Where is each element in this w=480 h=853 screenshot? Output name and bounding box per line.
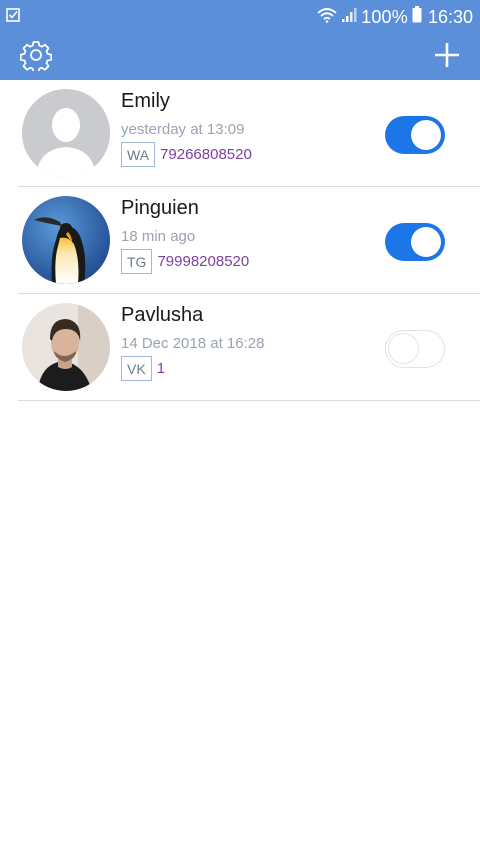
avatar bbox=[22, 303, 110, 391]
list-item[interactable]: Pinguien 18 min ago TG 79998208520 bbox=[18, 187, 480, 294]
tracking-toggle[interactable] bbox=[385, 330, 445, 368]
service-badge: WA bbox=[121, 142, 156, 167]
toggle-knob bbox=[411, 227, 441, 257]
contact-name: Emily bbox=[121, 90, 170, 112]
checkbox-notification-icon bbox=[6, 7, 20, 27]
contact-info: WA 79266808520 bbox=[121, 142, 252, 167]
toggle-knob bbox=[411, 120, 441, 150]
signal-icon bbox=[341, 7, 357, 28]
contact-info: TG 79998208520 bbox=[121, 249, 249, 274]
contact-info: VK 1 bbox=[121, 356, 165, 381]
wifi-icon bbox=[317, 7, 337, 28]
avatar bbox=[22, 89, 110, 177]
app-bar bbox=[0, 34, 480, 80]
service-badge: TG bbox=[121, 249, 153, 274]
plus-icon[interactable] bbox=[434, 42, 460, 73]
clock: 16:30 bbox=[427, 6, 473, 27]
status-bar: 100% 16:30 bbox=[0, 0, 480, 34]
gear-icon[interactable] bbox=[19, 39, 53, 76]
avatar bbox=[22, 196, 110, 284]
contact-name: Pinguien bbox=[121, 197, 199, 219]
tracking-toggle[interactable] bbox=[385, 223, 445, 261]
battery-icon bbox=[412, 6, 422, 28]
list-item[interactable]: Pavlusha 14 Dec 2018 at 16:28 VK 1 bbox=[18, 294, 480, 401]
phone-number: 79266808520 bbox=[160, 146, 252, 163]
battery-percent: 100% bbox=[361, 6, 408, 27]
contact-name: Pavlusha bbox=[121, 304, 204, 326]
last-seen: yesterday at 13:09 bbox=[121, 121, 245, 138]
phone-number: 1 bbox=[156, 360, 166, 377]
service-badge: VK bbox=[121, 356, 152, 381]
last-seen: 14 Dec 2018 at 16:28 bbox=[121, 335, 265, 352]
contact-list: Emily yesterday at 13:09 WA 79266808520 bbox=[0, 80, 480, 401]
last-seen: 18 min ago bbox=[121, 228, 196, 245]
phone-number: 79998208520 bbox=[157, 253, 250, 270]
toggle-knob bbox=[388, 333, 419, 364]
list-item[interactable]: Emily yesterday at 13:09 WA 79266808520 bbox=[18, 80, 480, 187]
tracking-toggle[interactable] bbox=[385, 116, 445, 154]
